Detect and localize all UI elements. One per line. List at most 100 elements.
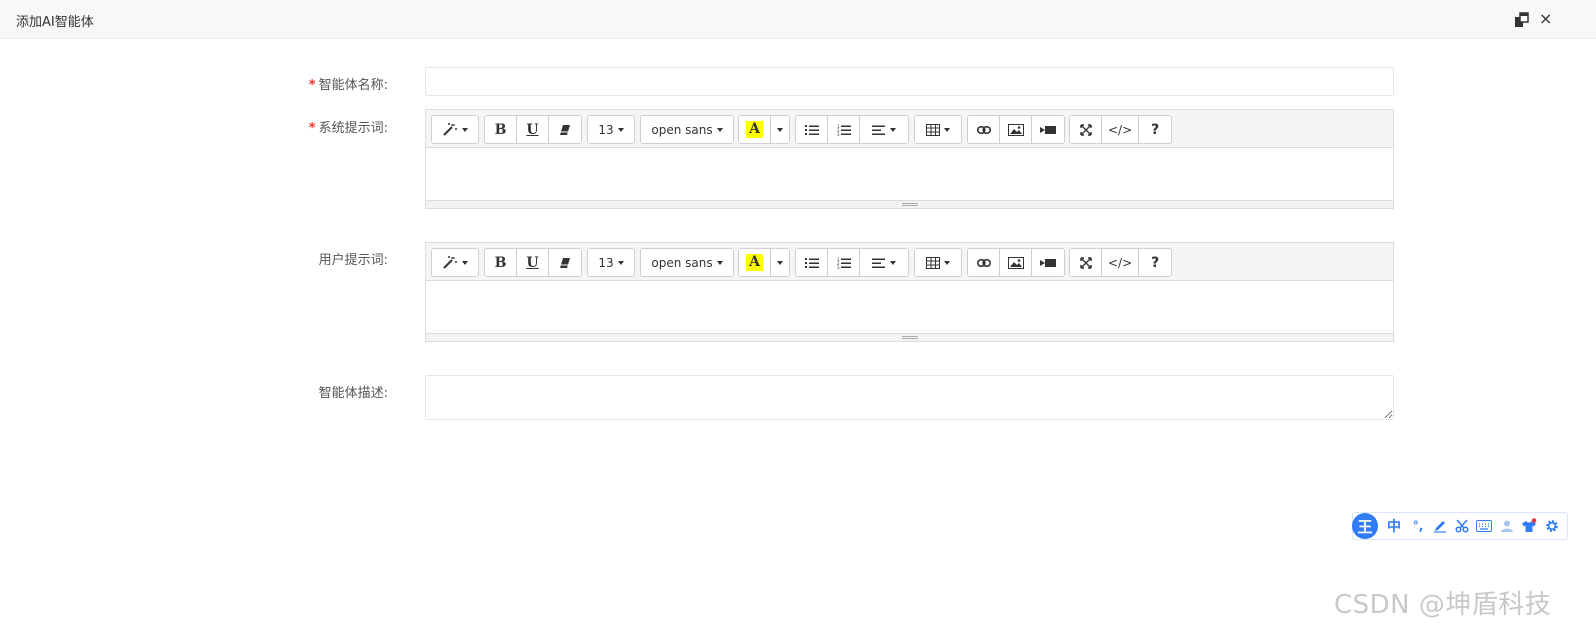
ime-logo-icon[interactable]: 王 [1352,513,1378,539]
dialog-header: 添加AI智能体 × [0,0,1596,39]
grip-icon [902,203,918,206]
font-size-dropdown[interactable]: 13 [588,249,634,276]
link-button[interactable] [968,249,1000,276]
align-dropdown[interactable] [860,116,908,143]
svg-text:3: 3 [837,132,840,136]
image-button[interactable] [1000,249,1032,276]
image-button[interactable] [1000,116,1032,143]
insert-group [967,248,1065,277]
system-prompt-content[interactable] [426,148,1393,200]
font-family-dropdown[interactable]: open sans [641,116,733,143]
required-mark: * [308,121,316,136]
fullscreen-icon [1079,256,1092,269]
system-prompt-editor: B U 13 open sans A 123 </> ? [425,109,1394,209]
magic-wand-icon [443,255,457,269]
table-group [914,248,962,277]
font-family-value: open sans [651,122,713,137]
image-icon [1007,256,1024,269]
keyboard-icon[interactable] [1475,517,1493,535]
color-dropdown[interactable] [771,249,789,276]
text-color-button[interactable]: A [739,249,771,276]
punctuation-button[interactable]: °, [1409,517,1427,535]
fullscreen-button[interactable] [1070,116,1102,143]
chinese-mode-button[interactable]: 中 [1385,517,1403,535]
style-group [431,248,479,277]
table-icon [926,256,940,269]
misc-group: </> ? [1069,115,1173,144]
table-dropdown[interactable] [915,249,961,276]
user-prompt-label: 用户提示词: [128,249,388,268]
svg-text:3: 3 [837,265,840,269]
ordered-list-button[interactable]: 123 [828,116,860,143]
required-mark: * [308,78,316,93]
unordered-list-icon [804,257,819,268]
table-group [914,115,962,144]
video-button[interactable] [1032,116,1064,143]
close-icon[interactable]: × [1539,9,1552,29]
underline-button[interactable]: U [517,249,549,276]
eraser-button[interactable] [549,249,581,276]
eraser-button[interactable] [549,116,581,143]
user-prompt-content[interactable] [426,281,1393,333]
video-icon [1040,258,1056,267]
code-view-button[interactable]: </> [1102,249,1140,276]
resize-handle[interactable] [426,200,1393,208]
color-dropdown[interactable] [771,116,789,143]
table-icon [926,123,940,136]
user-prompt-editor: B U 13 open sans A 123 </> ? [425,242,1394,342]
description-textarea[interactable] [425,375,1394,420]
editor-toolbar: B U 13 open sans A 123 </> ? [426,243,1393,281]
csdn-watermark: CSDN @坤盾科技 [1334,590,1552,620]
maximize-icon[interactable] [1514,12,1530,28]
bold-button[interactable]: B [485,249,517,276]
font-family-dropdown[interactable]: open sans [641,249,733,276]
scissors-icon[interactable] [1453,517,1471,535]
paragraph-group: 123 [795,248,909,277]
skin-shirt-icon[interactable] [1520,517,1538,535]
insert-group [967,115,1065,144]
system-prompt-label: * 系统提示词: [128,117,388,136]
pen-icon[interactable] [1431,517,1449,535]
ordered-list-icon: 123 [837,257,851,269]
fullscreen-button[interactable] [1070,249,1102,276]
user-prompt-label-text: 用户提示词: [318,253,388,268]
agent-name-input[interactable] [425,67,1394,96]
link-icon [976,125,991,134]
font-size-value: 13 [598,255,614,270]
fullscreen-icon [1079,123,1092,136]
color-group: A [738,115,790,144]
style-group [431,115,479,144]
font-size-group: 13 [587,115,635,144]
code-view-button[interactable]: </> [1102,116,1140,143]
underline-button[interactable]: U [517,116,549,143]
unordered-list-button[interactable] [796,116,828,143]
align-left-icon [872,125,885,135]
format-group: B U [484,115,582,144]
magic-style-button[interactable] [432,116,478,143]
eraser-icon [560,257,570,268]
format-group: B U [484,248,582,277]
gear-icon[interactable] [1543,517,1561,535]
user-icon[interactable] [1498,517,1516,535]
table-dropdown[interactable] [915,116,961,143]
grip-icon [902,336,918,339]
help-button[interactable]: ? [1139,116,1172,143]
link-icon [976,258,991,267]
ordered-list-button[interactable]: 123 [828,249,860,276]
align-dropdown[interactable] [860,249,908,276]
eraser-icon [560,124,570,135]
magic-wand-icon [443,122,457,136]
misc-group: </> ? [1069,248,1173,277]
font-size-group: 13 [587,248,635,277]
resize-handle[interactable] [426,333,1393,341]
link-button[interactable] [968,116,1000,143]
font-size-dropdown[interactable]: 13 [588,116,634,143]
ime-toolbar: 王 中 °, [1352,512,1568,540]
help-button[interactable]: ? [1139,249,1172,276]
magic-style-button[interactable] [432,249,478,276]
unordered-list-button[interactable] [796,249,828,276]
video-button[interactable] [1032,249,1064,276]
text-color-button[interactable]: A [739,116,771,143]
bold-button[interactable]: B [485,116,517,143]
align-left-icon [872,258,885,268]
